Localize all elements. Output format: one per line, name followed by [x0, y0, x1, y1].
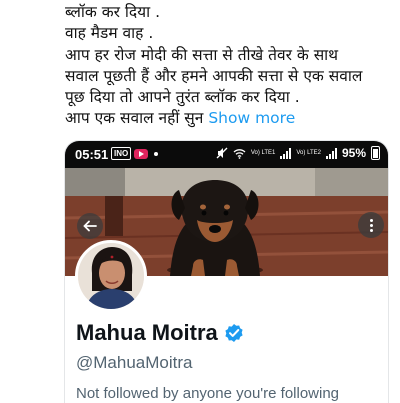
status-time: 05:51 [75, 147, 109, 162]
tweet-line: ब्लॉक कर दिया . [65, 3, 161, 21]
tweet-line-text: आप एक सवाल नहीं सुन [65, 109, 204, 128]
avatar[interactable] [75, 240, 147, 312]
more-vertical-icon-dot [369, 223, 373, 227]
signal1-icon [280, 147, 292, 159]
tweet-line: वाह मैडम वाह . [65, 24, 154, 43]
status-left-icons: INO [111, 147, 159, 160]
more-options-button[interactable] [358, 212, 384, 238]
tweet-line: सवाल पूछती हैं और हमने आपकी सत्ता से एक … [65, 66, 363, 85]
status-right-icons: Vo) LTE1 Vo) LTE2 95% [216, 146, 380, 160]
network-badge-icon: INO [111, 147, 132, 160]
verified-badge-icon [225, 324, 243, 342]
battery-icon [371, 146, 380, 160]
show-more-link[interactable]: Show more [208, 109, 295, 127]
volte2-label: Vo) LTE2 [296, 149, 321, 156]
battery-percent: 95% [341, 146, 366, 160]
profile-name: Mahua Moitra [76, 320, 244, 346]
tweet-line: पूछ दिया तो आपने तुरंत ब्लॉक कर दिया . [65, 88, 300, 107]
tweet-text: ब्लॉक कर दिया . वाह मैडम वाह . आप हर रोज… [65, 2, 395, 130]
followers-you-know-note: Not followed by anyone you're following [76, 385, 340, 402]
avatar-photo [78, 243, 144, 309]
volte1-label: Vo) LTE1 [250, 149, 276, 156]
more-vertical-icon-dot [369, 218, 373, 222]
signal2-icon [325, 147, 337, 159]
profile-name-text: Mahua Moitra [76, 320, 218, 345]
notification-dot-icon [154, 151, 159, 156]
tweet-line: आप हर रोज मोदी की सत्ता से तीखे तेवर के … [65, 45, 339, 64]
phone-status-bar: 05:51 INO Vo) LTE1 Vo) LTE2 95% [65, 141, 388, 168]
profile-handle: @MahuaMoitra [76, 353, 193, 372]
youtube-icon [134, 148, 149, 159]
arrow-left-icon [83, 220, 97, 232]
tweet-line-last: आप एक सवाल नहीं सुन Show more [65, 108, 395, 129]
mute-icon [216, 147, 228, 159]
attached-screenshot[interactable]: 05:51 INO Vo) LTE1 Vo) LTE2 95% Mahua Mo… [65, 141, 388, 403]
more-vertical-icon-dot [369, 228, 373, 232]
back-button[interactable] [77, 213, 103, 239]
wifi-icon [233, 148, 246, 159]
